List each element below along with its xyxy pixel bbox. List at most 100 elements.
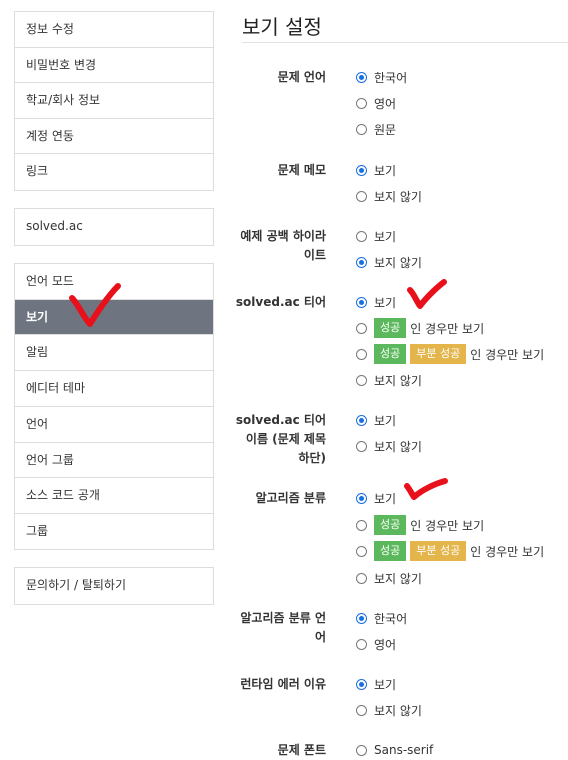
- option-label: 보지 않기: [374, 703, 422, 718]
- page-title: 보기 설정: [242, 15, 322, 39]
- option-suffix: 인 경우만 보기: [470, 544, 545, 559]
- option-label: 한국어: [374, 611, 408, 626]
- sidebar-item-edit-info[interactable]: 정보 수정: [15, 12, 213, 48]
- algorithm-tag-language-option-korean[interactable]: 한국어: [356, 609, 407, 627]
- success-badge: 성공: [374, 541, 407, 561]
- radio-icon[interactable]: [356, 348, 367, 360]
- radio-icon[interactable]: [356, 519, 367, 531]
- sidebar-account-group: 정보 수정 비밀번호 변경 학교/회사 정보 계정 연동 링크: [14, 11, 214, 191]
- label-line: solved.ac 티어: [235, 413, 326, 427]
- label-line: 이트: [303, 248, 326, 262]
- problem-language-option-korean[interactable]: 한국어: [356, 68, 407, 86]
- radio-selected-icon[interactable]: [356, 492, 367, 504]
- algorithm-tags-option-show[interactable]: 보기: [356, 489, 396, 507]
- problem-language-option-english[interactable]: 영어: [356, 94, 396, 112]
- label-line: 이름 (문제 제목: [245, 432, 326, 446]
- algorithm-tags-option-success-partial[interactable]: 성공 부분 성공 인 경우만 보기: [356, 541, 545, 561]
- algorithm-tag-language-option-english[interactable]: 영어: [356, 635, 396, 653]
- radio-selected-icon[interactable]: [356, 612, 367, 624]
- option-suffix: 인 경우만 보기: [410, 321, 485, 336]
- sidebar-item-editor-theme[interactable]: 에디터 테마: [15, 371, 213, 407]
- radio-selected-icon[interactable]: [356, 71, 367, 83]
- solved-tier-option-success-only[interactable]: 성공 인 경우만 보기: [356, 318, 485, 338]
- radio-icon[interactable]: [356, 572, 367, 584]
- solved-tier-option-hide[interactable]: 보지 않기: [356, 371, 422, 389]
- radio-icon[interactable]: [356, 230, 367, 242]
- radio-icon[interactable]: [356, 374, 367, 386]
- sidebar-item-links[interactable]: 링크: [15, 154, 213, 190]
- solved-tier-name-option-show[interactable]: 보기: [356, 411, 396, 429]
- problem-language-label: 문제 언어: [277, 70, 326, 84]
- radio-selected-icon[interactable]: [356, 678, 367, 690]
- sidebar-item-solvedac[interactable]: solved.ac: [15, 209, 213, 245]
- option-label: 보지 않기: [374, 439, 422, 454]
- label-line: 알고리즘 분류 언: [240, 611, 326, 625]
- sidebar-item-school-company[interactable]: 학교/회사 정보: [15, 83, 213, 119]
- radio-icon[interactable]: [356, 322, 367, 334]
- solved-tier-name-option-hide[interactable]: 보지 않기: [356, 437, 422, 455]
- radio-icon[interactable]: [356, 97, 367, 109]
- option-label: 보지 않기: [374, 373, 422, 388]
- option-label: 보지 않기: [374, 571, 422, 586]
- solved-tier-option-show[interactable]: 보기: [356, 293, 396, 311]
- label-line: 어: [314, 630, 326, 644]
- success-badge: 성공: [374, 344, 407, 364]
- solved-tier-name-label: solved.ac 티어 이름 (문제 제목 하단): [234, 411, 326, 468]
- radio-icon[interactable]: [356, 440, 367, 452]
- label-line: 하단): [298, 451, 326, 465]
- example-whitespace-option-show[interactable]: 보기: [356, 227, 396, 245]
- radio-icon[interactable]: [356, 190, 367, 202]
- runtime-error-reason-label: 런타임 에러 이유: [240, 677, 326, 691]
- runtime-error-reason-option-hide[interactable]: 보지 않기: [356, 701, 422, 719]
- sidebar-item-account-link[interactable]: 계정 연동: [15, 119, 213, 154]
- sidebar-item-contact-withdraw[interactable]: 문의하기 / 탈퇴하기: [15, 568, 213, 604]
- problem-language-option-original[interactable]: 원문: [356, 120, 396, 138]
- option-label: 보기: [374, 229, 397, 244]
- sidebar-item-language-mode[interactable]: 언어 모드: [15, 264, 213, 300]
- radio-icon[interactable]: [356, 638, 367, 650]
- partial-success-badge: 부분 성공: [410, 344, 467, 364]
- radio-icon[interactable]: [356, 704, 367, 716]
- solved-tier-label: solved.ac 티어: [235, 295, 326, 309]
- radio-selected-icon[interactable]: [356, 164, 367, 176]
- option-label: 보지 않기: [374, 255, 422, 270]
- sidebar-item-change-password[interactable]: 비밀번호 변경: [15, 48, 213, 83]
- option-label: 보기: [374, 413, 397, 428]
- algorithm-tags-option-success-only[interactable]: 성공 인 경우만 보기: [356, 515, 485, 535]
- sidebar-item-view[interactable]: 보기: [15, 299, 213, 335]
- sidebar-item-groups[interactable]: 그룹: [15, 514, 213, 550]
- option-label: Sans-serif: [374, 743, 434, 757]
- option-label: 한국어: [374, 70, 408, 85]
- sidebar-item-language[interactable]: 언어: [15, 407, 213, 443]
- algorithm-tags-option-hide[interactable]: 보지 않기: [356, 569, 422, 587]
- problem-memo-option-hide[interactable]: 보지 않기: [356, 187, 422, 205]
- option-label: 원문: [374, 122, 397, 137]
- radio-icon[interactable]: [356, 545, 367, 557]
- label-line: 예제 공백 하이라: [240, 229, 326, 243]
- problem-memo-option-show[interactable]: 보기: [356, 161, 396, 179]
- radio-selected-icon[interactable]: [356, 414, 367, 426]
- problem-memo-label: 문제 메모: [277, 163, 326, 177]
- example-whitespace-option-hide[interactable]: 보지 않기: [356, 253, 422, 271]
- option-label: 보기: [374, 163, 397, 178]
- algorithm-tag-language-label: 알고리즘 분류 언 어: [234, 609, 326, 647]
- sidebar-item-source-visibility[interactable]: 소스 코드 공개: [15, 478, 213, 514]
- radio-selected-icon[interactable]: [356, 256, 367, 268]
- checkmark-icon: [407, 279, 447, 309]
- problem-font-option-sans-serif[interactable]: Sans-serif: [356, 741, 433, 759]
- sidebar-language-group: 언어 언어 그룹 소스 코드 공개 그룹: [14, 406, 214, 550]
- radio-selected-icon[interactable]: [356, 296, 367, 308]
- example-whitespace-label: 예제 공백 하이라 이트: [234, 227, 326, 265]
- radio-icon[interactable]: [356, 123, 367, 135]
- sidebar-item-notifications[interactable]: 알림: [15, 335, 213, 371]
- success-badge: 성공: [374, 515, 407, 535]
- runtime-error-reason-option-show[interactable]: 보기: [356, 675, 396, 693]
- sidebar-contact-group: 문의하기 / 탈퇴하기: [14, 567, 214, 605]
- partial-success-badge: 부분 성공: [410, 541, 467, 561]
- title-divider: [242, 42, 568, 43]
- option-label: 영어: [374, 96, 397, 111]
- radio-icon[interactable]: [356, 744, 367, 756]
- solved-tier-option-success-partial[interactable]: 성공 부분 성공 인 경우만 보기: [356, 344, 544, 364]
- sidebar-item-language-group[interactable]: 언어 그룹: [15, 443, 213, 478]
- option-suffix: 인 경우만 보기: [410, 518, 485, 533]
